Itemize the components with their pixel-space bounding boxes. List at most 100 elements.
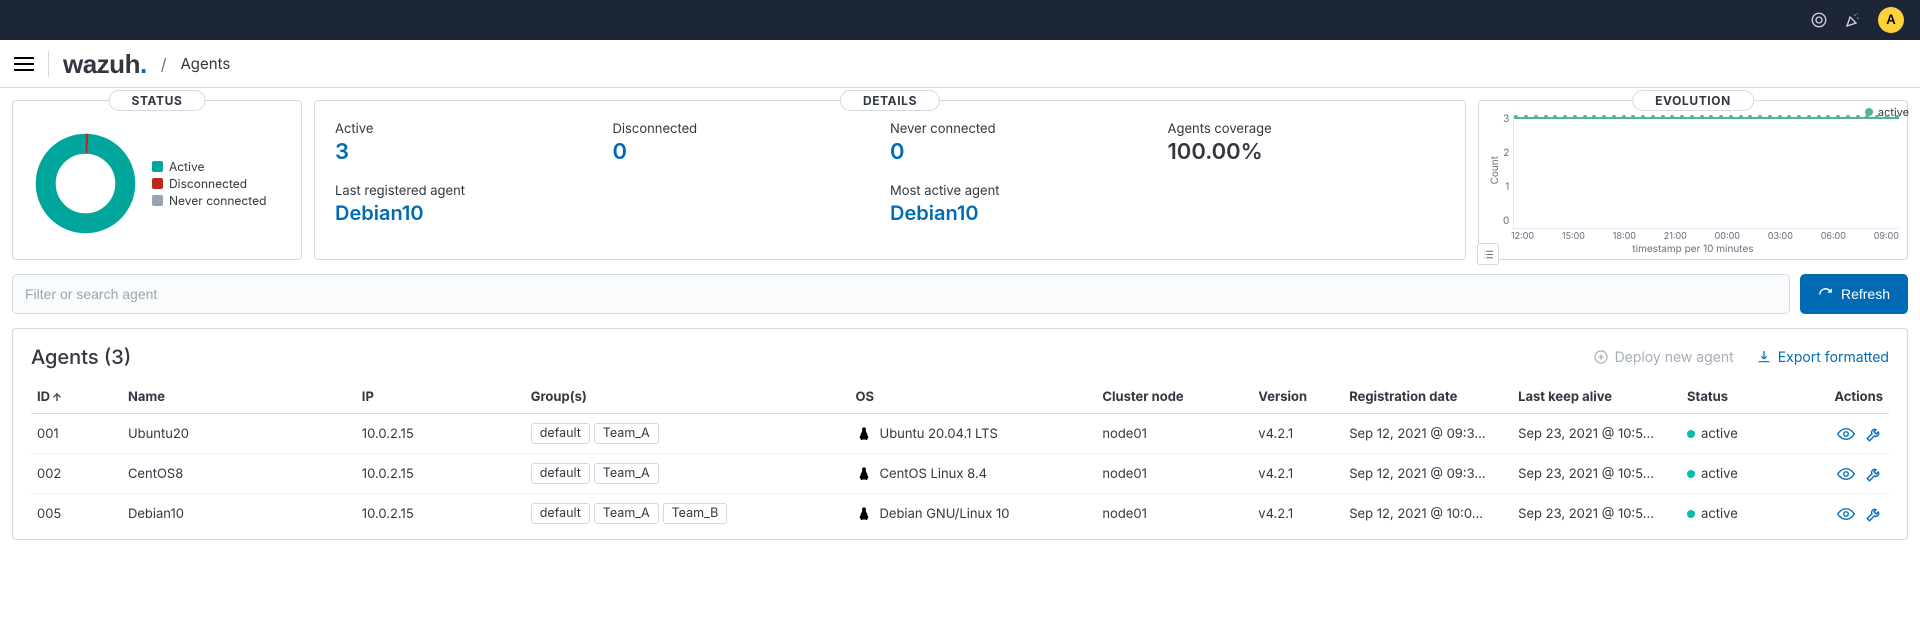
cell-registration: Sep 12, 2021 @ 09:3… <box>1343 414 1512 454</box>
th-keepalive[interactable]: Last keep alive <box>1512 381 1681 414</box>
th-id[interactable]: ID↑ <box>31 381 122 414</box>
group-pill[interactable]: default <box>531 423 590 444</box>
detail-label: Agents coverage <box>1168 121 1446 137</box>
celebrate-icon[interactable] <box>1844 11 1862 29</box>
x-tick: 15:00 <box>1562 231 1585 242</box>
app-topbar: A <box>0 0 1920 40</box>
plus-circle-icon <box>1593 349 1609 365</box>
status-legend: Active Disconnected Never connected <box>152 159 266 208</box>
x-tick: 03:00 <box>1768 231 1793 242</box>
deploy-new-agent-button[interactable]: Deploy new agent <box>1593 349 1734 366</box>
th-status[interactable]: Status <box>1681 381 1798 414</box>
cell-version: v4.2.1 <box>1252 494 1343 534</box>
chart-toggle-button[interactable] <box>1477 243 1499 265</box>
legend-never[interactable]: Never connected <box>152 193 266 208</box>
th-registration[interactable]: Registration date <box>1343 381 1512 414</box>
y-axis-title: Count <box>1487 156 1503 184</box>
news-feed-icon[interactable] <box>1810 11 1828 29</box>
evolution-chart[interactable]: Count 3 2 1 0 <box>1487 111 1899 229</box>
x-tick: 21:00 <box>1664 231 1687 242</box>
series-points <box>1514 115 1899 119</box>
legend-label: Active <box>169 159 204 174</box>
configure-agent-icon[interactable] <box>1865 505 1883 523</box>
cell-id: 001 <box>31 414 122 454</box>
view-agent-icon[interactable] <box>1837 465 1855 483</box>
status-dot-icon <box>1687 470 1695 478</box>
th-ip[interactable]: IP <box>356 381 525 414</box>
cell-registration: Sep 12, 2021 @ 09:3… <box>1343 454 1512 494</box>
configure-agent-icon[interactable] <box>1865 465 1883 483</box>
th-version[interactable]: Version <box>1252 381 1343 414</box>
cell-name: CentOS8 <box>122 454 356 494</box>
panel-evolution: EVOLUTION active Count 3 2 1 0 <box>1478 100 1908 260</box>
detail-value[interactable]: 0 <box>890 139 1168 165</box>
refresh-button[interactable]: Refresh <box>1800 274 1908 314</box>
table-row[interactable]: 005 Debian10 10.0.2.15 defaultTeam_ATeam… <box>31 494 1889 534</box>
deploy-label: Deploy new agent <box>1615 349 1734 366</box>
legend-label: Never connected <box>169 193 266 208</box>
detail-value[interactable]: Debian10 <box>890 201 1445 225</box>
legend-swatch-never <box>152 195 163 206</box>
cell-keepalive: Sep 23, 2021 @ 10:5… <box>1512 414 1681 454</box>
sort-asc-icon: ↑ <box>52 390 62 404</box>
legend-disconnected[interactable]: Disconnected <box>152 176 266 191</box>
panel-status: STATUS Active Disconnected Never connect… <box>12 100 302 260</box>
refresh-icon <box>1818 287 1833 302</box>
x-axis-title: timestamp per 10 minutes <box>1487 243 1899 255</box>
group-pill[interactable]: Team_A <box>594 463 659 484</box>
y-tick: 0 <box>1503 215 1509 227</box>
cell-os: Ubuntu 20.04.1 LTS <box>850 414 1097 454</box>
export-label: Export formatted <box>1778 349 1889 366</box>
panel-evolution-title: EVOLUTION <box>1632 90 1754 111</box>
group-pill[interactable]: Team_A <box>594 423 659 444</box>
group-pill[interactable]: default <box>531 463 590 484</box>
linux-icon <box>856 506 872 522</box>
detail-value[interactable]: Debian10 <box>335 201 890 225</box>
detail-label: Last registered agent <box>335 183 890 199</box>
th-os[interactable]: OS <box>850 381 1097 414</box>
user-avatar[interactable]: A <box>1878 7 1904 33</box>
cell-actions <box>1798 454 1889 494</box>
group-pill[interactable]: Team_A <box>594 503 659 524</box>
status-dot-icon <box>1687 510 1695 518</box>
legend-swatch-disconnected <box>152 178 163 189</box>
table-row[interactable]: 002 CentOS8 10.0.2.15 defaultTeam_A Cent… <box>31 454 1889 494</box>
panel-details: DETAILS Active 3 Disconnected 0 Never co… <box>314 100 1466 260</box>
cell-node: node01 <box>1096 454 1252 494</box>
breadcrumb-separator: / <box>161 54 167 74</box>
nav-toggle-icon[interactable] <box>14 54 34 74</box>
app-header: wazuh. / Agents <box>0 40 1920 88</box>
y-tick: 2 <box>1503 147 1509 159</box>
view-agent-icon[interactable] <box>1837 505 1855 523</box>
agents-table-panel: Agents (3) Deploy new agent Export forma… <box>12 328 1908 540</box>
group-pill[interactable]: default <box>531 503 590 524</box>
refresh-label: Refresh <box>1841 286 1890 302</box>
detail-value: 100.00% <box>1168 139 1446 165</box>
cell-ip: 10.0.2.15 <box>356 454 525 494</box>
legend-label: Disconnected <box>169 176 247 191</box>
y-tick: 1 <box>1505 181 1509 193</box>
group-pill[interactable]: Team_B <box>663 503 728 524</box>
cell-status: active <box>1681 414 1798 454</box>
brand-logo[interactable]: wazuh. <box>63 51 147 77</box>
cell-status: active <box>1681 494 1798 534</box>
th-name[interactable]: Name <box>122 381 356 414</box>
export-formatted-button[interactable]: Export formatted <box>1756 349 1889 366</box>
cell-groups: defaultTeam_A <box>525 414 850 454</box>
legend-active[interactable]: Active <box>152 159 266 174</box>
th-groups[interactable]: Group(s) <box>525 381 850 414</box>
detail-last-registered: Last registered agent Debian10 <box>335 183 890 225</box>
x-tick: 18:00 <box>1613 231 1636 242</box>
status-donut-chart <box>33 131 138 236</box>
th-node[interactable]: Cluster node <box>1096 381 1252 414</box>
detail-value[interactable]: 0 <box>613 139 891 165</box>
cell-version: v4.2.1 <box>1252 414 1343 454</box>
x-tick: 09:00 <box>1874 231 1899 242</box>
detail-value[interactable]: 3 <box>335 139 613 165</box>
configure-agent-icon[interactable] <box>1865 425 1883 443</box>
search-input[interactable] <box>12 274 1790 314</box>
table-row[interactable]: 001 Ubuntu20 10.0.2.15 defaultTeam_A Ubu… <box>31 414 1889 454</box>
view-agent-icon[interactable] <box>1837 425 1855 443</box>
cell-id: 002 <box>31 454 122 494</box>
breadcrumb-agents[interactable]: Agents <box>180 54 230 73</box>
